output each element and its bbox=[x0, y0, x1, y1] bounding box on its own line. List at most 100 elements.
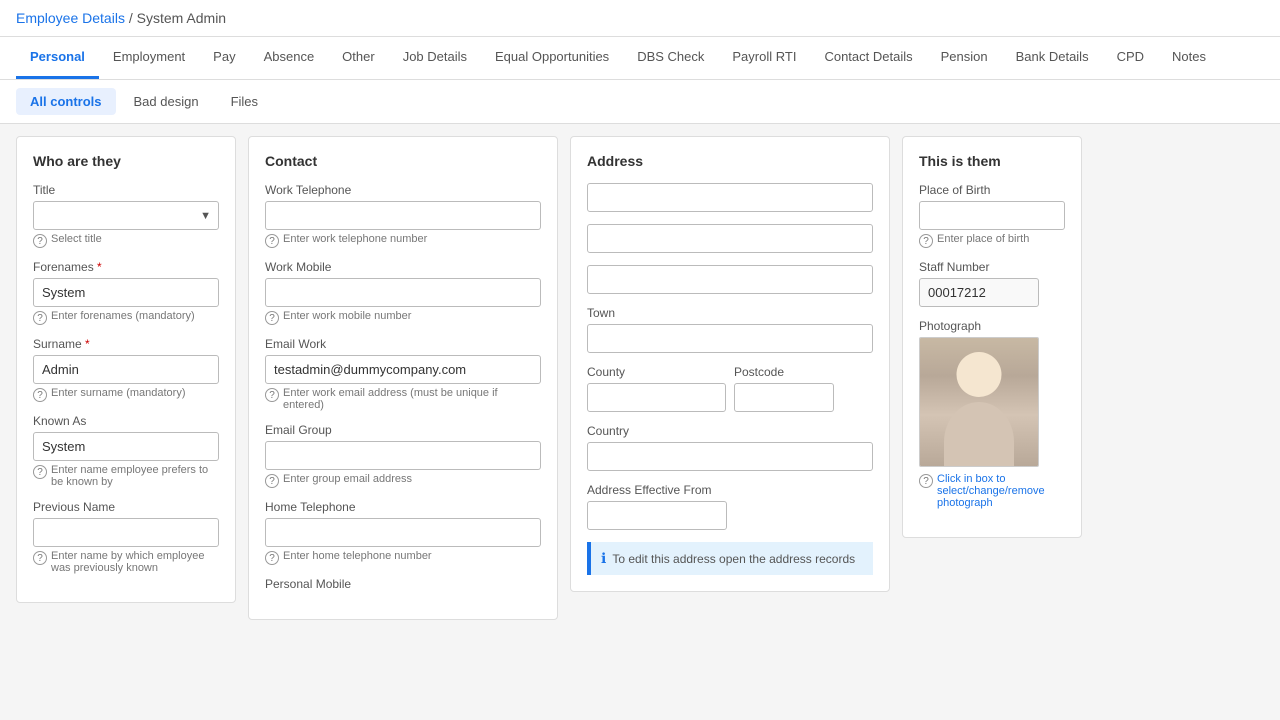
home-telephone-input[interactable] bbox=[265, 518, 541, 547]
title-select-wrapper: Mr Mrs Miss Ms Dr ▼ bbox=[33, 201, 219, 230]
forenames-input[interactable] bbox=[33, 278, 219, 307]
county-postcode-row: County Postcode bbox=[587, 365, 873, 424]
known-as-label: Known As bbox=[33, 414, 219, 428]
contact-card: Contact Work Telephone ? Enter work tele… bbox=[248, 136, 558, 620]
work-telephone-help-icon: ? bbox=[265, 234, 279, 248]
sub-tab-all-controls[interactable]: All controls bbox=[16, 88, 116, 115]
address-info-icon: ℹ bbox=[601, 550, 606, 567]
postcode-input[interactable] bbox=[734, 383, 834, 412]
address-card: Address Town County Postcode Country bbox=[570, 136, 890, 592]
previous-name-label: Previous Name bbox=[33, 500, 219, 514]
breadcrumb-link[interactable]: Employee Details bbox=[16, 10, 125, 26]
main-tabs: PersonalEmploymentPayAbsenceOtherJob Det… bbox=[0, 37, 1280, 80]
email-work-group: Email Work ? Enter work email address (m… bbox=[265, 337, 541, 411]
contact-title: Contact bbox=[265, 153, 541, 169]
sub-tab-bad-design[interactable]: Bad design bbox=[120, 88, 213, 115]
sub-tabs: All controlsBad designFiles bbox=[0, 80, 1280, 124]
tab-pay[interactable]: Pay bbox=[199, 37, 249, 79]
work-telephone-help: ? Enter work telephone number bbox=[265, 233, 541, 248]
surname-group: Surname * ? Enter surname (mandatory) bbox=[33, 337, 219, 402]
title-label: Title bbox=[33, 183, 219, 197]
work-telephone-label: Work Telephone bbox=[265, 183, 541, 197]
email-group-input[interactable] bbox=[265, 441, 541, 470]
photograph-label: Photograph bbox=[919, 319, 1065, 333]
email-work-help-icon: ? bbox=[265, 388, 279, 402]
country-input[interactable] bbox=[587, 442, 873, 471]
home-telephone-help-icon: ? bbox=[265, 551, 279, 565]
breadcrumb-separator: / bbox=[129, 10, 133, 26]
postcode-group: Postcode bbox=[734, 365, 873, 412]
home-telephone-help: ? Enter home telephone number bbox=[265, 550, 541, 565]
town-input[interactable] bbox=[587, 324, 873, 353]
sub-tab-files[interactable]: Files bbox=[217, 88, 272, 115]
country-group: Country bbox=[587, 424, 873, 471]
forenames-label: Forenames * bbox=[33, 260, 219, 274]
work-mobile-help-icon: ? bbox=[265, 311, 279, 325]
staff-number-input[interactable] bbox=[919, 278, 1039, 307]
personal-mobile-label: Personal Mobile bbox=[265, 577, 541, 591]
previous-name-help: ? Enter name by which employee was previ… bbox=[33, 550, 219, 574]
previous-name-help-icon: ? bbox=[33, 551, 47, 565]
tab-pension[interactable]: Pension bbox=[927, 37, 1002, 79]
address-line3-input[interactable] bbox=[587, 265, 873, 294]
photograph-help-icon: ? bbox=[919, 474, 933, 488]
forenames-help-icon: ? bbox=[33, 311, 47, 325]
tab-other[interactable]: Other bbox=[328, 37, 389, 79]
address-title: Address bbox=[587, 153, 873, 169]
tab-employment[interactable]: Employment bbox=[99, 37, 199, 79]
county-input[interactable] bbox=[587, 383, 726, 412]
surname-help-icon: ? bbox=[33, 388, 47, 402]
work-telephone-input[interactable] bbox=[265, 201, 541, 230]
address-line1-group bbox=[587, 183, 873, 212]
email-work-input[interactable] bbox=[265, 355, 541, 384]
tab-cpd[interactable]: CPD bbox=[1103, 37, 1158, 79]
work-telephone-group: Work Telephone ? Enter work telephone nu… bbox=[265, 183, 541, 248]
personal-mobile-group: Personal Mobile bbox=[265, 577, 541, 591]
staff-number-group: Staff Number bbox=[919, 260, 1065, 307]
place-of-birth-help: ? Enter place of birth bbox=[919, 233, 1065, 248]
tab-notes[interactable]: Notes bbox=[1158, 37, 1220, 79]
address-effective-from-input[interactable] bbox=[587, 501, 727, 530]
address-info-text: To edit this address open the address re… bbox=[612, 552, 855, 566]
title-help-icon: ? bbox=[33, 234, 47, 248]
photograph-box[interactable] bbox=[919, 337, 1039, 467]
tab-personal[interactable]: Personal bbox=[16, 37, 99, 79]
address-line1-input[interactable] bbox=[587, 183, 873, 212]
surname-input[interactable] bbox=[33, 355, 219, 384]
known-as-group: Known As ? Enter name employee prefers t… bbox=[33, 414, 219, 488]
tab-bank-details[interactable]: Bank Details bbox=[1002, 37, 1103, 79]
previous-name-group: Previous Name ? Enter name by which empl… bbox=[33, 500, 219, 574]
tab-contact-details[interactable]: Contact Details bbox=[810, 37, 926, 79]
title-help: ? Select title bbox=[33, 233, 219, 248]
previous-name-input[interactable] bbox=[33, 518, 219, 547]
tab-equal-opportunities[interactable]: Equal Opportunities bbox=[481, 37, 623, 79]
work-mobile-input[interactable] bbox=[265, 278, 541, 307]
known-as-input[interactable] bbox=[33, 432, 219, 461]
place-of-birth-input[interactable] bbox=[919, 201, 1065, 230]
surname-label: Surname * bbox=[33, 337, 219, 351]
forenames-help: ? Enter forenames (mandatory) bbox=[33, 310, 219, 325]
tab-payroll-rti[interactable]: Payroll RTI bbox=[718, 37, 810, 79]
home-telephone-group: Home Telephone ? Enter home telephone nu… bbox=[265, 500, 541, 565]
photograph-help[interactable]: ? Click in box to select/change/remove p… bbox=[919, 473, 1065, 509]
postcode-label: Postcode bbox=[734, 365, 873, 379]
address-line2-group bbox=[587, 224, 873, 253]
this-is-them-card: This is them Place of Birth ? Enter plac… bbox=[902, 136, 1082, 538]
county-group: County bbox=[587, 365, 726, 412]
title-select[interactable]: Mr Mrs Miss Ms Dr bbox=[33, 201, 219, 230]
country-label: Country bbox=[587, 424, 873, 438]
address-line2-input[interactable] bbox=[587, 224, 873, 253]
address-effective-from-group: Address Effective From bbox=[587, 483, 873, 530]
email-group-label: Email Group bbox=[265, 423, 541, 437]
surname-help: ? Enter surname (mandatory) bbox=[33, 387, 219, 402]
title-group: Title Mr Mrs Miss Ms Dr ▼ ? Select title bbox=[33, 183, 219, 248]
tab-job-details[interactable]: Job Details bbox=[389, 37, 481, 79]
tab-absence[interactable]: Absence bbox=[250, 37, 329, 79]
place-of-birth-group: Place of Birth ? Enter place of birth bbox=[919, 183, 1065, 248]
town-label: Town bbox=[587, 306, 873, 320]
place-of-birth-help-icon: ? bbox=[919, 234, 933, 248]
home-telephone-label: Home Telephone bbox=[265, 500, 541, 514]
tab-dbs-check[interactable]: DBS Check bbox=[623, 37, 718, 79]
work-mobile-help: ? Enter work mobile number bbox=[265, 310, 541, 325]
work-mobile-group: Work Mobile ? Enter work mobile number bbox=[265, 260, 541, 325]
